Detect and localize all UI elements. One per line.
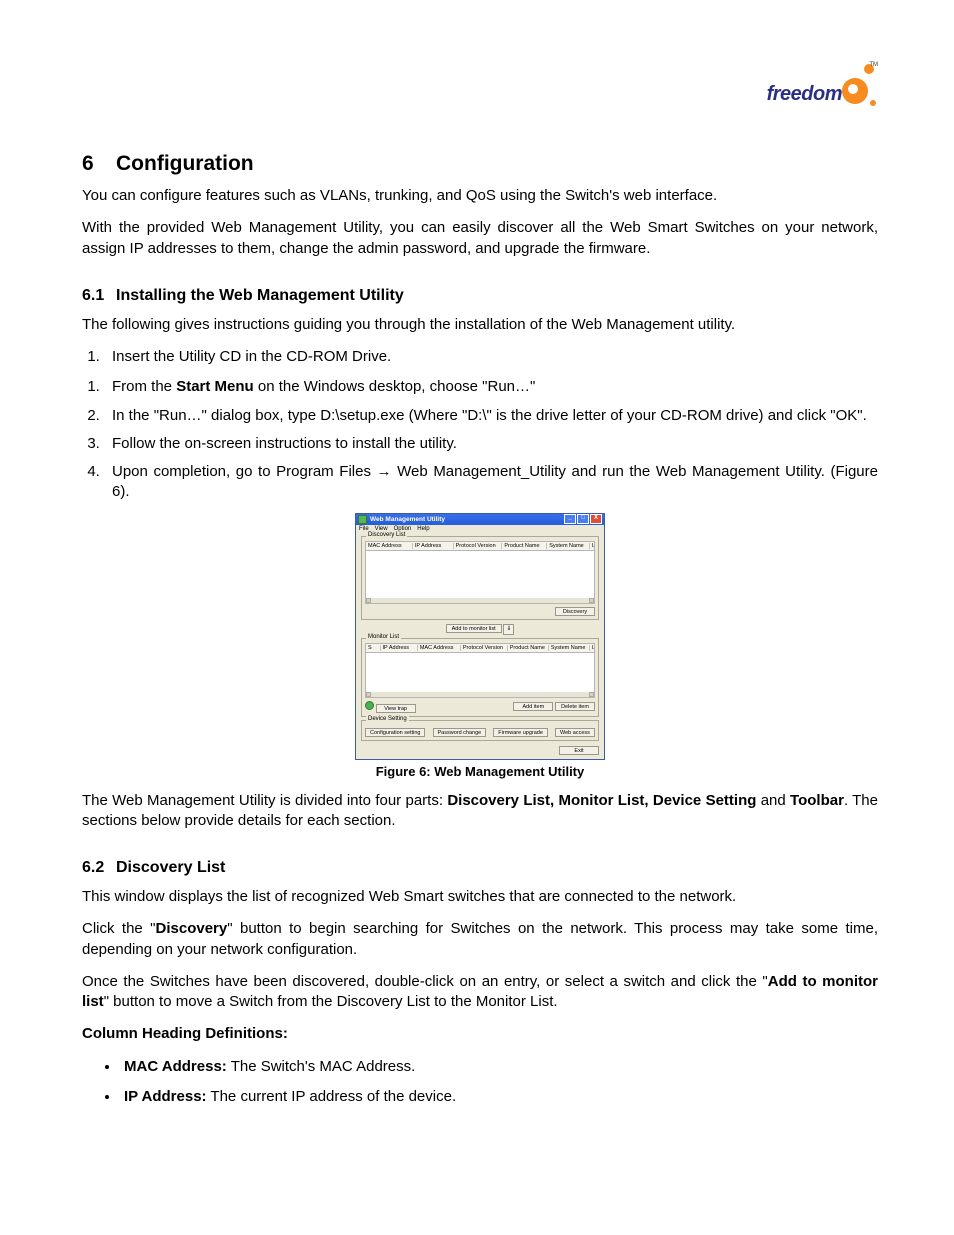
window-title: Web Management Utility: [370, 516, 445, 523]
step-1: Insert the Utility CD in the CD-ROM Driv…: [104, 347, 878, 367]
titlebar: Web Management Utility _ □ X: [356, 514, 604, 525]
app-screenshot: Web Management Utility _ □ X File View O…: [355, 513, 605, 760]
logo-text: freedom: [767, 83, 842, 105]
maximize-button[interactable]: □: [577, 514, 589, 524]
menu-help[interactable]: Help: [417, 526, 429, 532]
install-intro: The following gives instructions guiding…: [82, 315, 878, 335]
web-access-button[interactable]: Web access: [555, 728, 595, 737]
view-trap-button[interactable]: View trap: [376, 704, 416, 713]
intro-paragraph-2: With the provided Web Management Utility…: [82, 218, 878, 259]
discovery-button[interactable]: Discovery: [555, 607, 595, 616]
add-to-monitor-button[interactable]: Add to monitor list: [446, 624, 502, 633]
step-2: In the "Run…" dialog box, type D:\setup.…: [104, 406, 878, 426]
device-setting-label: Device Setting: [366, 716, 409, 722]
install-steps: Insert the Utility CD in the CD-ROM Driv…: [82, 347, 878, 367]
firmware-upgrade-button[interactable]: Firmware upgrade: [493, 728, 548, 737]
step-1b: From the Start Menu on the Windows deskt…: [104, 377, 878, 397]
brand-logo: freedomTM: [767, 62, 872, 106]
monitor-list-label: Monitor List: [366, 634, 401, 640]
monitor-list-header: S IP Address MAC Address Protocol Versio…: [365, 643, 595, 653]
discovery-list-label: Discovery List: [366, 532, 407, 538]
install-steps-cont: From the Start Menu on the Windows deskt…: [82, 377, 878, 502]
column-defs: MAC Address: The Switch's MAC Address. I…: [82, 1057, 878, 1108]
coldef-mac: MAC Address: The Switch's MAC Address.: [120, 1057, 878, 1077]
disc-p2: Click the "Discovery" button to begin se…: [82, 919, 878, 960]
logo-mark: TM: [842, 62, 872, 106]
disc-p1: This window displays the list of recogni…: [82, 887, 878, 907]
add-item-button[interactable]: Add item: [513, 702, 553, 711]
coldef-ip: IP Address: The current IP address of th…: [120, 1087, 878, 1107]
heading-install-utility: 6.1Installing the Web Management Utility: [82, 287, 878, 305]
discovery-list-body[interactable]: [365, 551, 595, 604]
monitor-list-group: Monitor List S IP Address MAC Address Pr…: [361, 638, 599, 717]
config-setting-button[interactable]: Configuration setting: [365, 728, 425, 737]
heading-configuration: 6Configuration: [82, 152, 878, 176]
minimize-button[interactable]: _: [564, 514, 576, 524]
monitor-list-body[interactable]: [365, 653, 595, 698]
figure-caption: Figure 6: Web Management Utility: [82, 764, 878, 779]
discovery-list-header: MAC Address IP Address Protocol Version …: [365, 541, 595, 551]
divided-paragraph: The Web Management Utility is divided in…: [82, 791, 878, 832]
step-3: Follow the on-screen instructions to ins…: [104, 434, 878, 454]
heading-discovery-list: 6.2Discovery List: [82, 859, 878, 877]
arrow-down-icon[interactable]: ⇓: [503, 624, 514, 635]
close-button[interactable]: X: [590, 514, 602, 524]
exit-button[interactable]: Exit: [559, 746, 599, 755]
delete-item-button[interactable]: Delete item: [555, 702, 595, 711]
app-icon: [358, 515, 367, 524]
disc-p3: Once the Switches have been discovered, …: [82, 972, 878, 1013]
step-4: Upon completion, go to Program Files → W…: [104, 462, 878, 503]
status-dot-icon: [365, 701, 374, 710]
device-setting-group: Device Setting Configuration setting Pas…: [361, 720, 599, 741]
password-change-button[interactable]: Password change: [433, 728, 487, 737]
intro-paragraph-1: You can configure features such as VLANs…: [82, 186, 878, 206]
column-def-title: Column Heading Definitions:: [82, 1024, 878, 1044]
discovery-list-group: Discovery List MAC Address IP Address Pr…: [361, 536, 599, 620]
